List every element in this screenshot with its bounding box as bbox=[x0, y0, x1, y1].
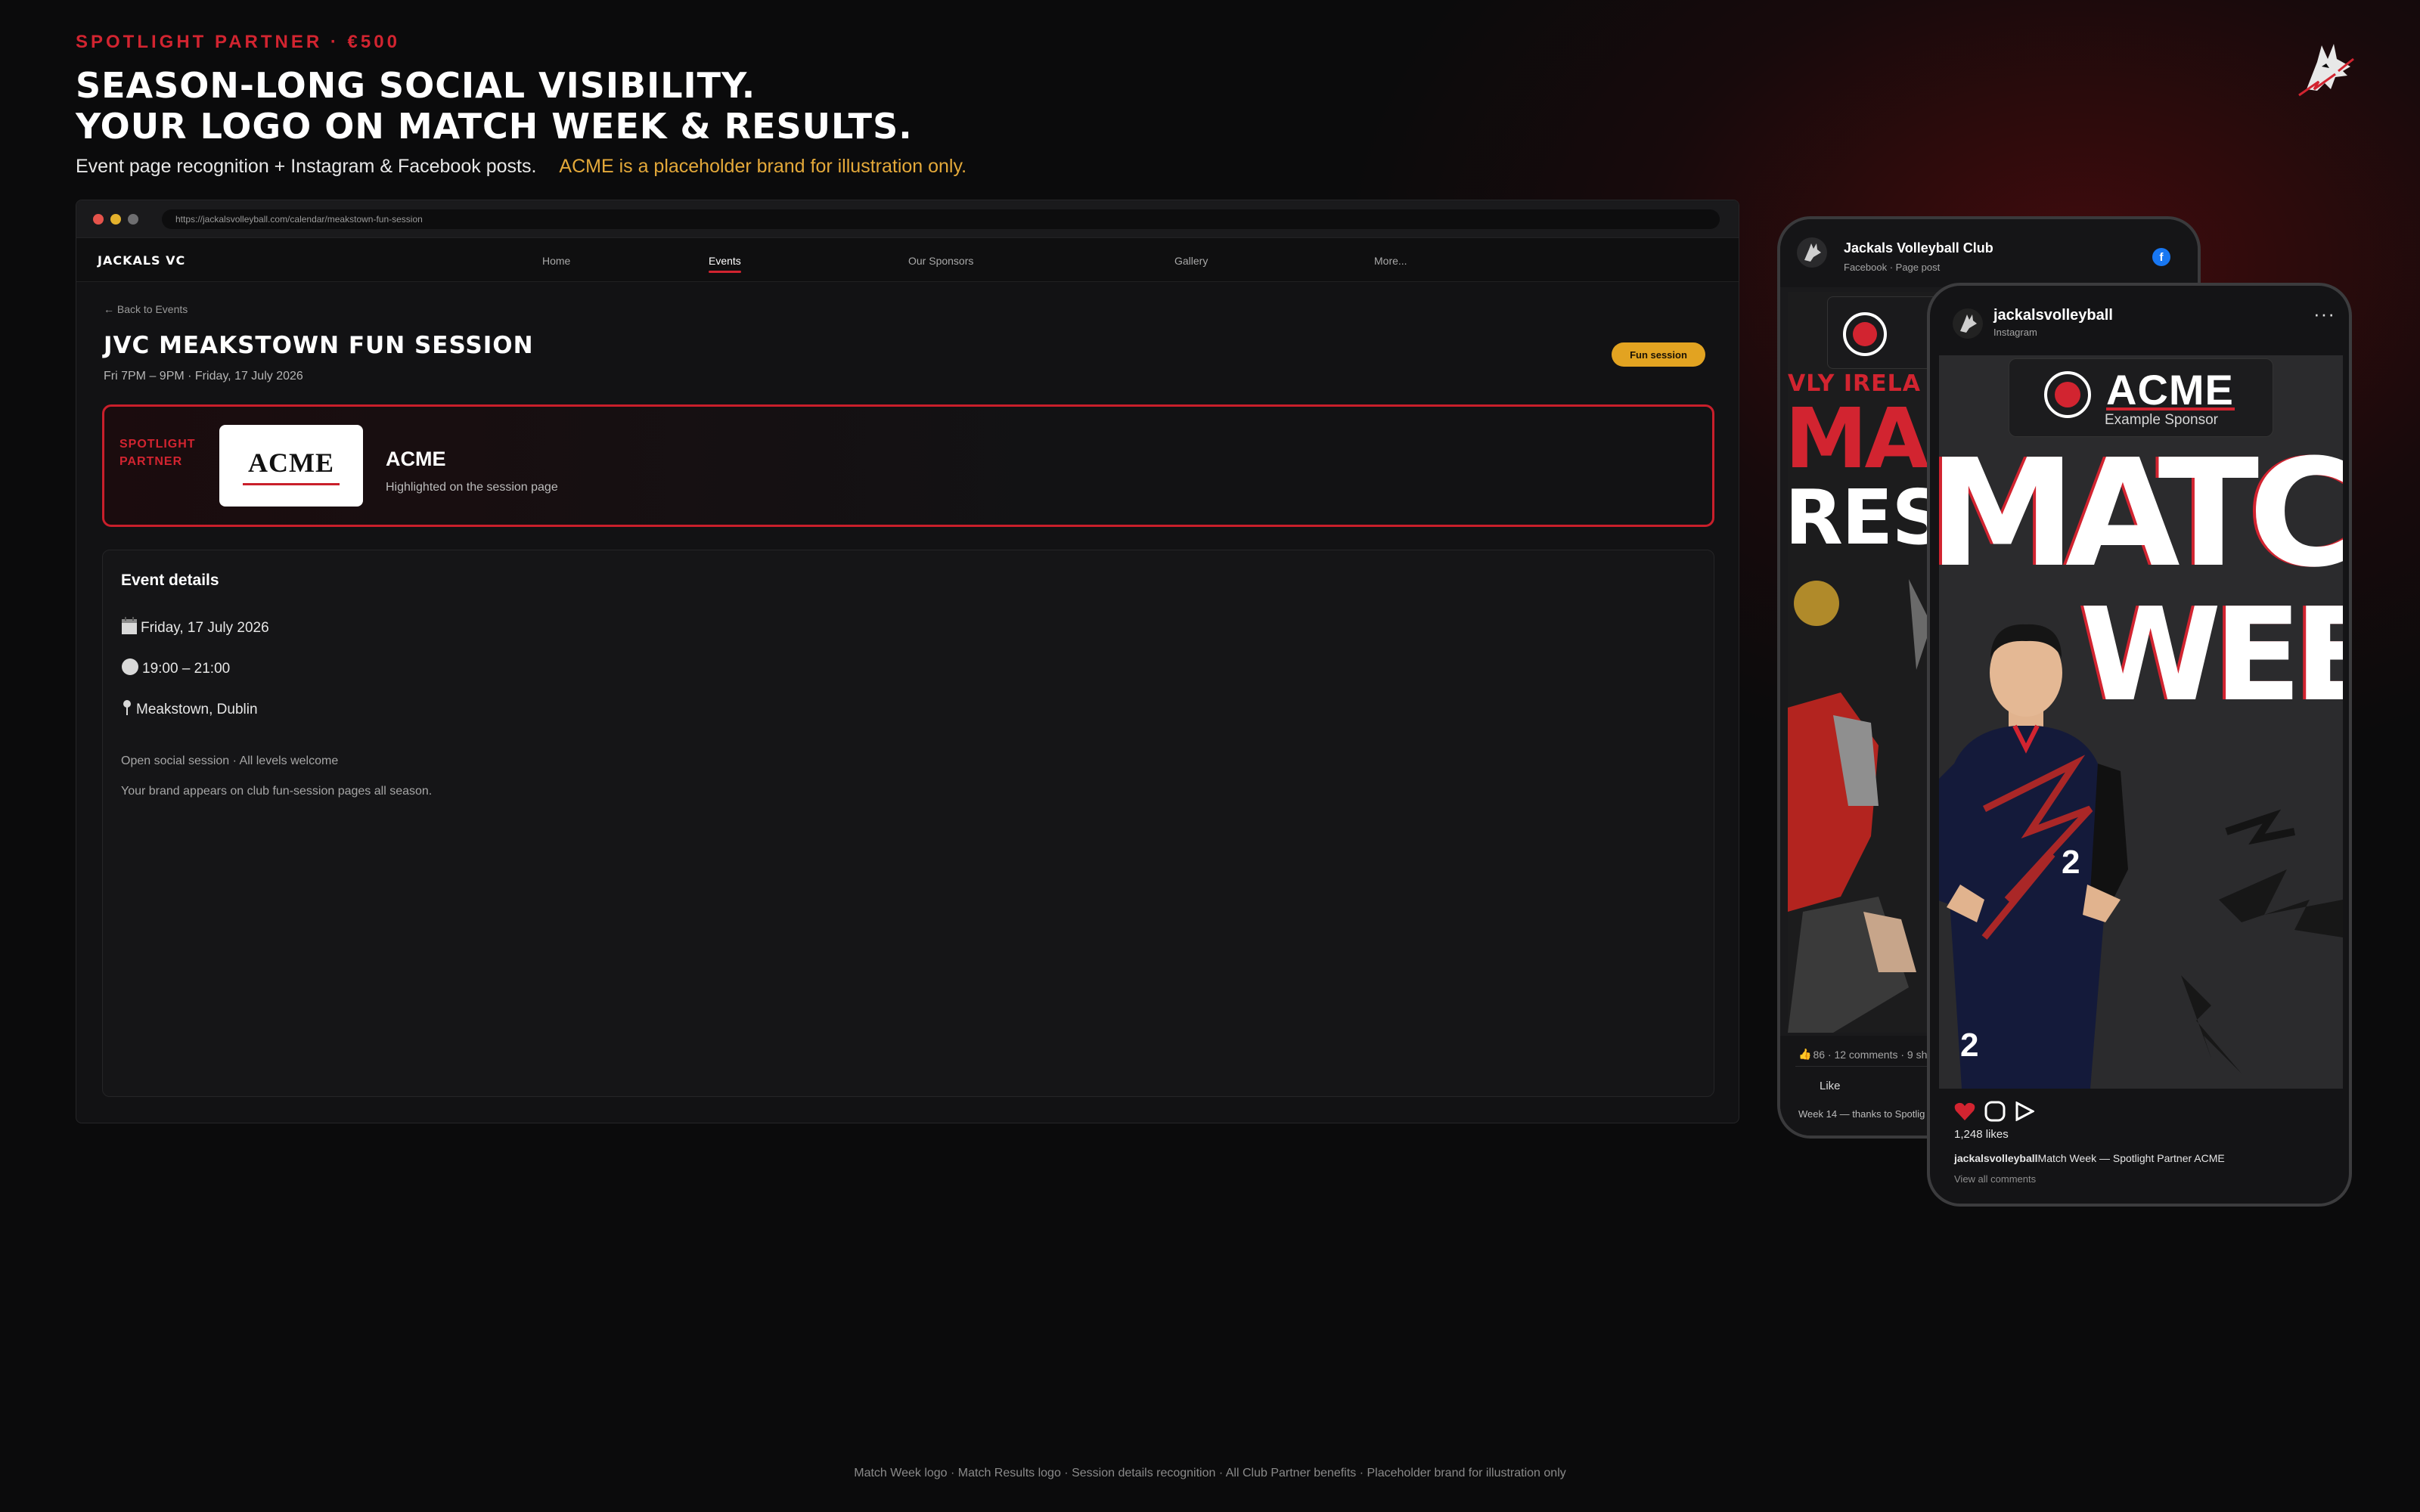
instagram-phone-mockup: jackalsvolleyball Instagram ··· ACME Exa… bbox=[1927, 283, 2352, 1207]
event-type-badge: Fun session bbox=[1612, 342, 1705, 367]
event-location: Meakstown, Dublin bbox=[136, 702, 258, 717]
thumbs-up-icon: 👍 bbox=[1798, 1048, 1812, 1060]
instagram-account-name[interactable]: jackalsvolleyball bbox=[1993, 307, 2113, 324]
heart-icon[interactable] bbox=[1954, 1101, 1975, 1125]
event-details-panel: Event details Friday, 17 July 2026 19:00… bbox=[102, 550, 1714, 1097]
headline: SEASON-LONG SOCIAL VISIBILITY. YOUR LOGO… bbox=[76, 65, 913, 147]
clock-icon bbox=[121, 658, 139, 680]
spotlight-label-line-2: PARTNER bbox=[119, 455, 183, 468]
fb-image-text-2: MA bbox=[1788, 390, 1929, 487]
site-logo[interactable]: JACKALS VC bbox=[98, 253, 185, 268]
ig-caption: jackalsvolleyballMatch Week — Spotlight … bbox=[1954, 1152, 2225, 1164]
tier-eyebrow: SPOTLIGHT PARTNER · €500 bbox=[76, 32, 400, 52]
back-to-events-link[interactable]: ← Back to Events bbox=[104, 303, 188, 315]
event-date: Friday, 17 July 2026 bbox=[141, 620, 269, 636]
event-date-row: Friday, 17 July 2026 bbox=[121, 617, 269, 640]
ig-jersey-number: 2 bbox=[2062, 844, 2080, 881]
club-avatar[interactable] bbox=[1797, 237, 1827, 268]
event-datetime: Fri 7PM – 9PM · Friday, 17 July 2026 bbox=[104, 370, 303, 383]
event-note-1: Open social session · All levels welcome bbox=[121, 754, 339, 767]
fb-caption: Week 14 — thanks to Spotlig bbox=[1798, 1108, 1925, 1120]
spotlight-label: SPOTLIGHT PARTNER bbox=[119, 435, 196, 470]
nav-events[interactable]: Events bbox=[709, 255, 741, 273]
facebook-icon: f bbox=[2152, 248, 2170, 266]
nav-more[interactable]: More... bbox=[1374, 255, 1407, 267]
share-icon[interactable] bbox=[2015, 1101, 2036, 1125]
ig-sponsor-card: ACME Example Sponsor bbox=[2009, 358, 2273, 437]
spotlight-label-line-1: SPOTLIGHT bbox=[119, 438, 196, 451]
headline-line-2: YOUR LOGO ON MATCH WEEK & RESULTS. bbox=[76, 106, 913, 147]
facebook-page-name[interactable]: Jackals Volleyball Club bbox=[1844, 240, 1993, 256]
maximize-dot-icon[interactable] bbox=[128, 213, 138, 225]
facebook-post-meta: Facebook · Page post bbox=[1844, 262, 1941, 273]
nav-home[interactable]: Home bbox=[542, 255, 570, 267]
sponsor-name: ACME bbox=[386, 448, 446, 470]
fb-player-silhouette bbox=[1788, 579, 1931, 1033]
site-nav: JACKALS VC Home Events Our Sponsors Gall… bbox=[76, 238, 1739, 282]
sponsor-logo[interactable]: ACME bbox=[219, 425, 363, 507]
instagram-avatar[interactable] bbox=[1953, 308, 1983, 339]
calendar-icon bbox=[121, 617, 138, 640]
benefits-footer: Match Week logo · Match Results logo · S… bbox=[854, 1467, 1566, 1479]
fb-sponsor-target-icon bbox=[1843, 312, 1887, 356]
pin-icon bbox=[121, 699, 133, 721]
instagram-post-image[interactable]: ACME Example Sponsor MATCH WEE 2 2 bbox=[1939, 355, 2343, 1089]
minimize-dot-icon[interactable] bbox=[110, 213, 121, 225]
subtitle-text: Event page recognition + Instagram & Fac… bbox=[76, 156, 537, 177]
spotlight-partner-card: SPOTLIGHT PARTNER ACME ACME Highlighted … bbox=[102, 404, 1714, 527]
more-options-icon[interactable]: ··· bbox=[2313, 302, 2335, 326]
address-bar[interactable]: https://jackalsvolleyball.com/calendar/m… bbox=[162, 209, 1720, 229]
ig-sponsor-target-icon bbox=[2044, 371, 2091, 418]
close-dot-icon[interactable] bbox=[93, 213, 104, 225]
ig-sponsor-label: Example Sponsor bbox=[2105, 412, 2218, 428]
fb-stats: 86 · 12 comments · 9 sh bbox=[1813, 1048, 1928, 1061]
browser-window: https://jackalsvolleyball.com/calendar/m… bbox=[76, 200, 1739, 1123]
event-time-row: 19:00 – 21:00 bbox=[121, 658, 230, 680]
browser-chrome: https://jackalsvolleyball.com/calendar/m… bbox=[76, 200, 1739, 238]
nav-gallery[interactable]: Gallery bbox=[1174, 255, 1208, 267]
event-title: JVC MEAKSTOWN FUN SESSION bbox=[104, 332, 534, 359]
fb-reactions-row[interactable]: 👍 86 · 12 comments · 9 sh bbox=[1798, 1048, 1927, 1061]
event-time: 19:00 – 21:00 bbox=[142, 661, 231, 677]
placeholder-note: ACME is a placeholder brand for illustra… bbox=[559, 156, 967, 177]
sponsor-description: Highlighted on the session page bbox=[386, 481, 558, 494]
ig-shorts-number: 2 bbox=[1960, 1027, 1979, 1064]
ig-caption-user[interactable]: jackalsvolleyball bbox=[1954, 1152, 2038, 1164]
sponsor-logo-underline bbox=[243, 482, 340, 485]
ig-caption-text: Match Week — Spotlight Partner ACME bbox=[2037, 1152, 2225, 1164]
ig-view-comments-link[interactable]: View all comments bbox=[1954, 1173, 2036, 1185]
fb-image-text-3: RES bbox=[1788, 473, 1946, 562]
ig-sponsor-underline bbox=[2106, 407, 2235, 411]
nav-our-sponsors[interactable]: Our Sponsors bbox=[908, 255, 973, 267]
ig-action-bar bbox=[1954, 1101, 2036, 1126]
ig-image-text-match: MATCH bbox=[1939, 428, 2343, 600]
ig-player-graphic bbox=[1939, 624, 2343, 1089]
instagram-post-meta: Instagram bbox=[1993, 327, 2037, 338]
headline-line-1: SEASON-LONG SOCIAL VISIBILITY. bbox=[76, 65, 756, 106]
ig-likes-count: 1,248 likes bbox=[1954, 1128, 2009, 1141]
event-note-2: Your brand appears on club fun-session p… bbox=[121, 785, 433, 798]
fb-like-button[interactable]: Like bbox=[1820, 1080, 1841, 1092]
wolf-logo-icon bbox=[2291, 36, 2367, 104]
subtitle: Event page recognition + Instagram & Fac… bbox=[76, 156, 966, 178]
sponsor-logo-word: ACME bbox=[248, 447, 334, 478]
facebook-post-header: Jackals Volleyball Club Facebook · Page … bbox=[1780, 219, 2198, 287]
comment-icon[interactable] bbox=[1984, 1101, 2006, 1126]
event-details-heading: Event details bbox=[121, 572, 219, 589]
event-location-row: Meakstown, Dublin bbox=[121, 699, 258, 721]
